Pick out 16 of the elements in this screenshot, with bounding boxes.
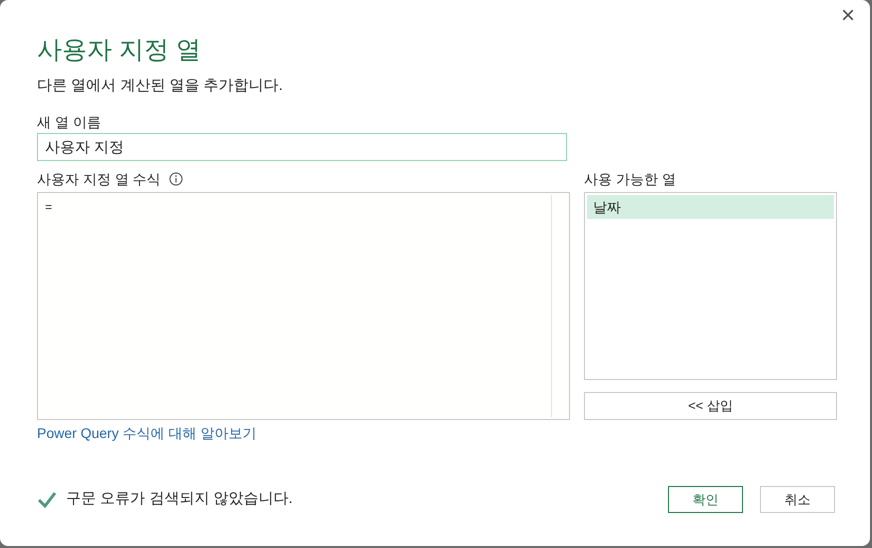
- info-icon[interactable]: [168, 172, 183, 186]
- cancel-button[interactable]: 취소: [760, 486, 835, 513]
- insert-button[interactable]: << 삽입: [584, 392, 837, 420]
- available-columns-label: 사용 가능한 열: [584, 170, 677, 189]
- ok-button[interactable]: 확인: [668, 486, 743, 513]
- dialog-subtitle: 다른 열에서 계산된 열을 추가합니다.: [37, 76, 284, 96]
- formula-label: 사용자 지정 열 수식: [37, 170, 161, 188]
- column-name-field[interactable]: 사용자 지정: [37, 133, 567, 161]
- dialog-title: 사용자 지정 열: [37, 35, 202, 66]
- field-label: 새 열 이름: [37, 113, 102, 132]
- close-button[interactable]: ×: [836, 4, 860, 28]
- formula-text: =: [44, 200, 54, 217]
- column-list-item[interactable]: 날짜: [587, 195, 834, 219]
- learn-more-link[interactable]: Power Query 수식에 대해 알아보기: [37, 423, 570, 444]
- formula-editor[interactable]: =: [37, 192, 570, 420]
- status-message: 구문 오류가 검색되지 않았습니다.: [66, 489, 293, 510]
